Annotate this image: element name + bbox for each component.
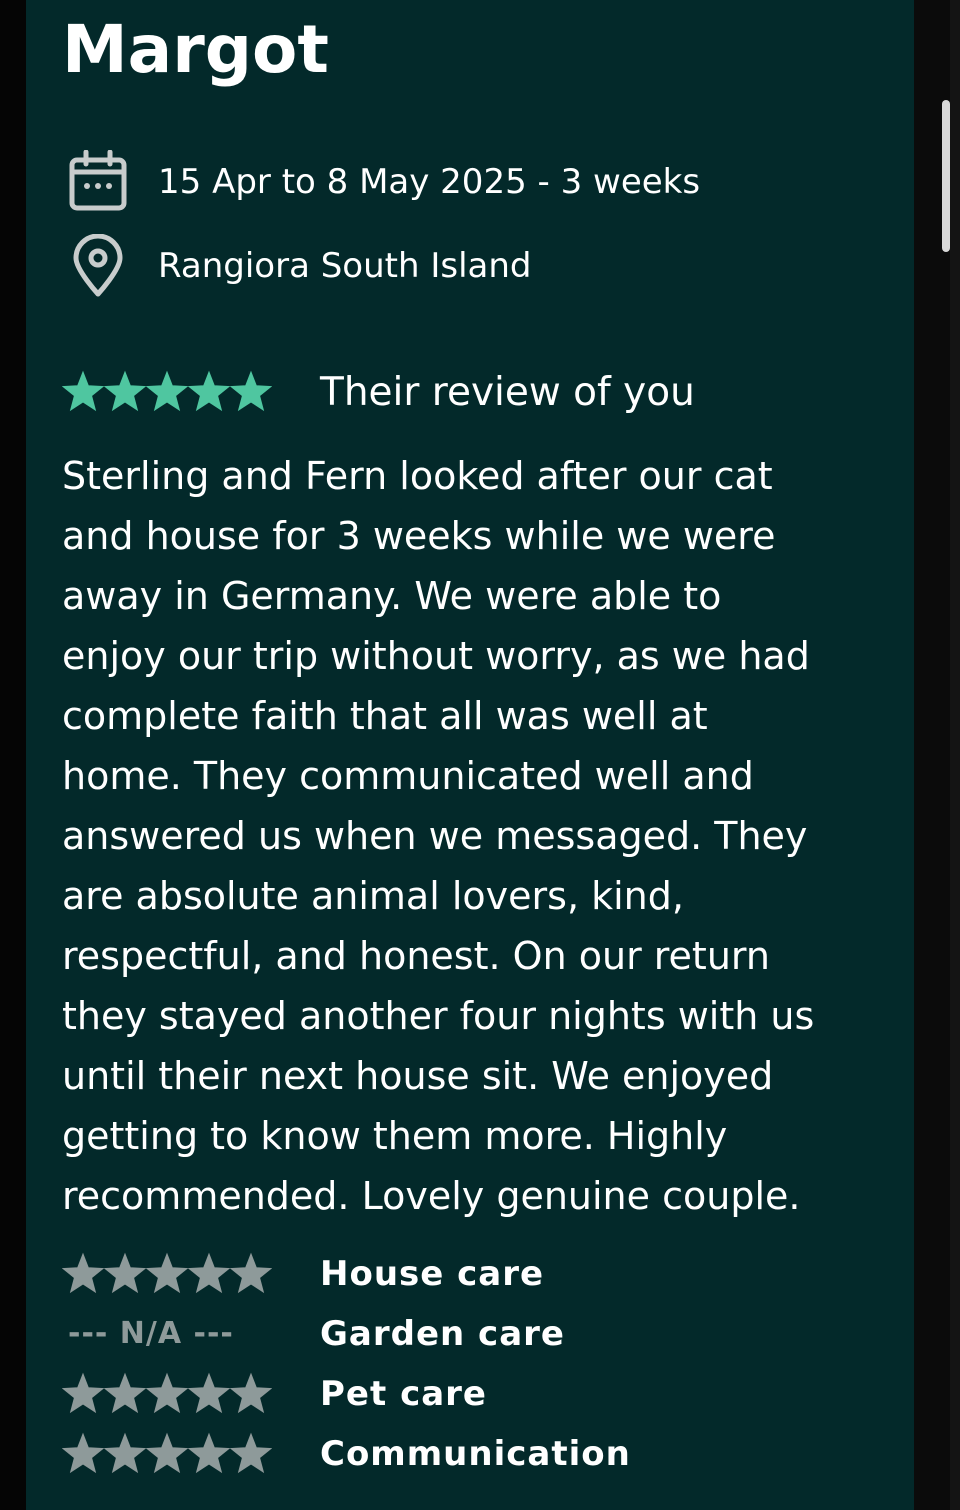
- garden-care-na: --- N/A ---: [68, 1316, 234, 1351]
- review-line: until their next house sit. We enjoyed: [62, 1054, 774, 1098]
- category-row-garden-care: --- N/A --- Garden care: [62, 1304, 882, 1364]
- review-line: answered us when we messaged. They: [62, 814, 808, 858]
- category-label-pet-care: Pet care: [320, 1374, 487, 1414]
- calendar-icon: [66, 149, 130, 214]
- overall-rating-star-2: [103, 370, 147, 412]
- communication-rating-stars: [61, 1432, 273, 1476]
- communication-rating-star-5: [229, 1432, 273, 1474]
- pet-care-rating-star-1: [61, 1372, 105, 1414]
- review-line: respectful, and honest. On our return: [62, 934, 770, 978]
- overall-rating-star-3: [145, 370, 189, 412]
- house-care-rating-star-3: [145, 1252, 189, 1294]
- communication-rating-star-3: [145, 1432, 189, 1474]
- pet-care-rating-star-3: [145, 1372, 189, 1414]
- scrollbar-track[interactable]: [950, 0, 960, 1510]
- category-row-house-care: House care: [61, 1244, 882, 1304]
- sit-location: Rangiora South Island: [158, 246, 532, 286]
- review-body: Sterling and Fern looked after our cat an…: [62, 446, 882, 1226]
- house-care-rating-star-5: [229, 1252, 273, 1294]
- review-line: home. They communicated well and: [62, 754, 754, 798]
- review-line: away in Germany. We were able to: [62, 574, 722, 618]
- category-label-house-care: House care: [320, 1254, 545, 1294]
- communication-rating-svg: [61, 1432, 273, 1474]
- sit-dates: 15 Apr to 8 May 2025 - 3 weeks: [158, 162, 701, 202]
- pet-care-rating-stars: [61, 1372, 273, 1416]
- overall-rating-star-4: [187, 370, 231, 412]
- category-label-garden-care: Garden care: [320, 1314, 565, 1354]
- house-care-rating-star-4: [187, 1252, 231, 1294]
- scrollbar-thumb[interactable]: [942, 100, 950, 252]
- map-pin-icon: [66, 233, 130, 298]
- location-row: Rangiora South Island: [66, 233, 866, 298]
- communication-rating-star-4: [187, 1432, 231, 1474]
- overall-rating-svg: [62, 370, 272, 412]
- reviewer-name: Margot: [62, 11, 329, 88]
- review-line: are absolute animal lovers, kind,: [62, 874, 684, 918]
- pet-care-rating-svg: [61, 1372, 273, 1414]
- review-line: getting to know them more. Highly: [62, 1114, 728, 1158]
- category-row-pet-care: Pet care: [61, 1364, 882, 1424]
- review-line: they stayed another four nights with us: [62, 994, 815, 1038]
- review-line: Sterling and Fern looked after our cat: [62, 454, 773, 498]
- pet-care-rating-star-5: [229, 1372, 273, 1414]
- house-care-rating-star-1: [61, 1252, 105, 1294]
- overall-rating-star-1: [62, 370, 105, 412]
- house-care-rating-star-2: [103, 1252, 147, 1294]
- house-care-rating-svg: [61, 1252, 273, 1294]
- pet-care-rating-star-2: [103, 1372, 147, 1414]
- overall-rating-stars: [62, 370, 272, 414]
- house-care-rating-stars: [61, 1252, 273, 1296]
- screen: Margot 15 Apr to 8 May 2025 - 3 weeks Ra…: [0, 0, 960, 1510]
- review-line: complete faith that all was well at: [62, 694, 708, 738]
- category-row-communication: Communication: [61, 1424, 882, 1484]
- overall-rating-star-5: [229, 370, 272, 412]
- pet-care-rating-star-4: [187, 1372, 231, 1414]
- communication-rating-star-2: [103, 1432, 147, 1474]
- date-row: 15 Apr to 8 May 2025 - 3 weeks: [66, 149, 866, 214]
- review-line: enjoy our trip without worry, as we had: [62, 634, 810, 678]
- category-label-communication: Communication: [320, 1434, 631, 1474]
- communication-rating-star-1: [61, 1432, 105, 1474]
- review-line: and house for 3 weeks while we were: [62, 514, 776, 558]
- review-line: recommended. Lovely genuine couple.: [62, 1174, 801, 1218]
- review-title: Their review of you: [320, 370, 695, 415]
